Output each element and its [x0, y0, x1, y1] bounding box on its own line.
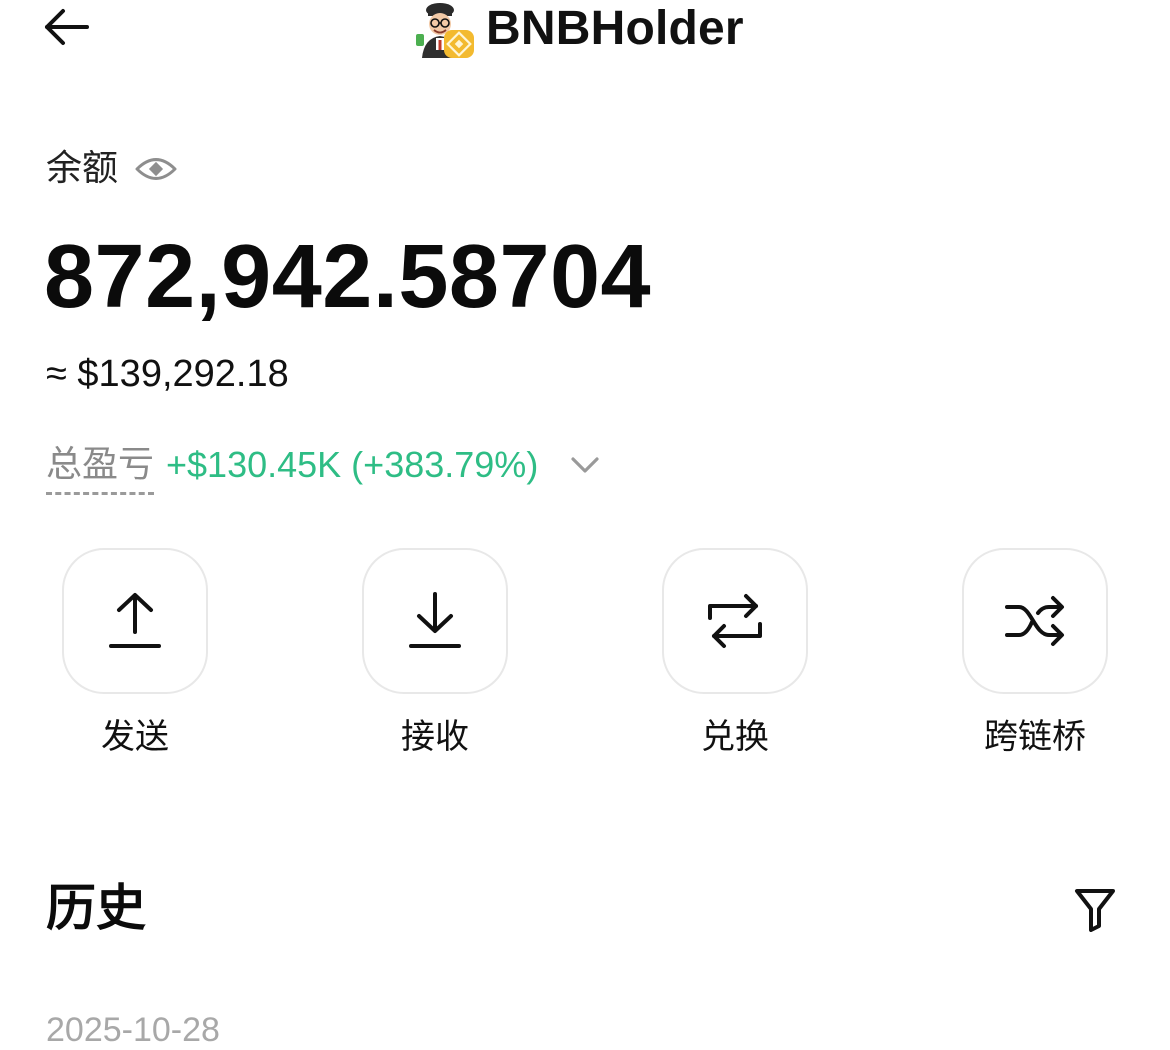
receive-label: 接收 — [401, 717, 469, 757]
chevron-down-icon[interactable] — [568, 452, 602, 478]
bridge-button-tile[interactable] — [962, 548, 1108, 694]
swap-button[interactable]: 兑换 — [660, 548, 810, 760]
bnbholder-avatar-icon — [412, 0, 474, 58]
send-button-tile[interactable] — [62, 548, 208, 694]
balance-label: 余额 — [46, 148, 119, 189]
eye-icon[interactable] — [134, 154, 178, 184]
send-label: 发送 — [101, 717, 169, 757]
pnl-value: +$130.45K (+383.79%) — [166, 444, 539, 485]
download-arrow-icon — [409, 592, 461, 648]
balance-label-row: 余额 — [46, 143, 178, 195]
usd-value: ≈ $139,292.18 — [46, 353, 289, 395]
token-name: BNBHolder — [486, 2, 744, 55]
pnl-label[interactable]: 总盈亏 — [46, 440, 155, 495]
swap-label: 兑换 — [701, 717, 769, 757]
back-button[interactable] — [38, 4, 94, 50]
send-button[interactable]: 发送 — [60, 548, 210, 760]
history-date-header: 2025-10-28 — [46, 1011, 220, 1049]
bridge-button[interactable]: 跨链桥 — [960, 548, 1110, 760]
receive-button[interactable]: 接收 — [360, 548, 510, 760]
action-buttons: 发送 接收 兑换 跨链桥 — [0, 548, 1170, 778]
swap-button-tile[interactable] — [662, 548, 808, 694]
balance-amount: 872,942.58704 — [44, 227, 652, 327]
upload-arrow-icon — [109, 593, 161, 648]
bridge-label: 跨链桥 — [984, 717, 1086, 757]
token-title-group: BNBHolder — [412, 0, 744, 58]
filter-icon — [1075, 889, 1115, 932]
arrow-left-icon — [45, 9, 89, 45]
shuffle-icon — [1005, 596, 1064, 646]
filter-button[interactable] — [1070, 884, 1120, 934]
history-title: 历史 — [46, 879, 146, 937]
pnl-row: 总盈亏 +$130.45K (+383.79%) — [46, 440, 602, 500]
receive-button-tile[interactable] — [362, 548, 508, 694]
swap-icon — [708, 594, 762, 648]
top-bar: BNBHolder — [0, 0, 1170, 60]
